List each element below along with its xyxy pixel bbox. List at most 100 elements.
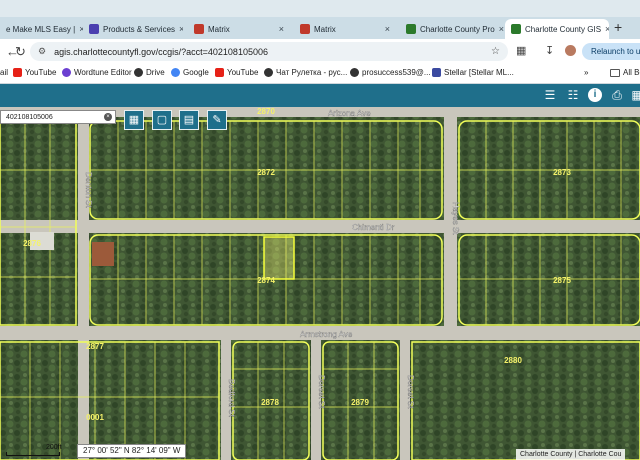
tab-matrix-2[interactable]: Matrix × <box>294 19 396 39</box>
street-label: Chimenti Dr <box>352 223 395 232</box>
bookmark-label: All Bo <box>623 68 640 77</box>
block-label: 2872 <box>257 168 275 177</box>
house-roof <box>92 242 114 266</box>
tab-label: Products & Services <box>103 24 176 34</box>
favicon-icon <box>406 24 416 34</box>
block-label: 0001 <box>86 413 104 422</box>
bookmark-label: Stellar [Stellar ML... <box>444 68 514 77</box>
bookmark-chat-roulette[interactable]: Чат Рулетка - рус... <box>264 68 347 77</box>
bookmark-label: Чат Рулетка - рус... <box>276 68 348 77</box>
selected-parcel[interactable] <box>263 236 295 280</box>
bookmark-label: Wordtune Editor <box>74 68 132 77</box>
bookmark-wordtune[interactable]: Wordtune Editor <box>62 68 132 77</box>
tab-charlotte-county-gis[interactable]: Charlotte County GIS × <box>505 19 609 39</box>
tab-label: e Make MLS Easy | <box>6 24 76 34</box>
bookmark-mail[interactable]: ail <box>0 68 8 77</box>
favicon-icon <box>89 24 99 34</box>
street-label: Dorset St <box>406 375 415 409</box>
youtube-icon <box>215 68 224 77</box>
bookmark-label: Drive <box>146 68 165 77</box>
tab-label: Charlotte County Pro <box>420 24 495 34</box>
bookmark-drive[interactable]: Drive <box>134 68 165 77</box>
all-bookmarks-folder[interactable]: All Bo <box>610 68 640 77</box>
gis-app-header: ☰ ☷ i ⎙ ▦ <box>0 84 640 107</box>
block-label: 2875 <box>553 276 571 285</box>
aerial-parcel-map[interactable]: 2870 2872 2873 2876 2874 2875 2877 2878 … <box>0 107 640 460</box>
google-icon <box>171 68 180 77</box>
url-text: agis.charlottecountyfl.gov/ccgis/?acct=4… <box>54 46 268 57</box>
scale-bar: 200ft <box>6 444 62 456</box>
bookmark-label: prosuccess539@... <box>362 68 431 77</box>
print-icon[interactable]: ⎙ <box>610 88 624 102</box>
scale-label: 200ft <box>46 444 62 451</box>
block-label: 2870 <box>257 107 275 116</box>
info-icon[interactable]: i <box>588 88 602 102</box>
tab-matrix-1[interactable]: Matrix × <box>188 19 290 39</box>
block-label: 2874 <box>257 276 275 285</box>
layer-list-icon[interactable]: ☷ <box>566 88 580 102</box>
tab-strip: e Make MLS Easy | × Products & Services … <box>0 17 640 39</box>
bookmark-label: YouTube <box>227 68 259 77</box>
download-icon[interactable]: ↧ <box>545 44 554 57</box>
folder-icon <box>610 68 620 77</box>
favicon-icon <box>194 24 204 34</box>
bookmark-stellar[interactable]: Stellar [Stellar ML... <box>432 68 514 77</box>
tab-label: Matrix <box>208 24 230 34</box>
draw-icon[interactable]: ✎ <box>207 110 227 130</box>
bookmark-prosuccess[interactable]: prosuccess539@... <box>350 68 431 77</box>
favicon-icon <box>300 24 310 34</box>
block-label: 2873 <box>553 168 571 177</box>
basemap-gallery-icon[interactable]: ▦ <box>124 110 144 130</box>
address-bar[interactable]: ⚙ agis.charlottecountyfl.gov/ccgis/?acct… <box>30 42 508 61</box>
new-tab-button[interactable]: + <box>614 19 622 35</box>
block-label: 2880 <box>504 356 522 365</box>
block-label: 2879 <box>351 398 369 407</box>
globe-icon <box>264 68 273 77</box>
tab-charlotte-county-pro[interactable]: Charlotte County Pro × <box>400 19 504 39</box>
street-label: Bedford St <box>227 379 236 418</box>
identify-icon[interactable]: ▤ <box>179 110 199 130</box>
select-rectangle-icon[interactable]: ▢ <box>152 110 172 130</box>
bookmark-star-icon[interactable]: ☆ <box>491 46 500 57</box>
bookmark-label: Google <box>183 68 209 77</box>
bookmark-youtube[interactable]: YouTube <box>13 68 56 77</box>
street-label: Armstrong Ave <box>300 330 353 339</box>
close-icon[interactable]: × <box>279 24 284 34</box>
bookmarks-bar: ail YouTube Wordtune Editor Drive Google… <box>0 64 640 84</box>
bookmarks-overflow-button[interactable]: » <box>584 68 588 77</box>
street-label: Hayes St <box>451 202 460 235</box>
map-view[interactable]: 2870 2872 2873 2876 2874 2875 2877 2878 … <box>0 107 640 460</box>
layers-icon[interactable]: ☰ <box>543 88 557 102</box>
grid-icon[interactable]: ▦ <box>630 88 640 102</box>
parcel-search-input[interactable]: 402108105006 × <box>0 110 116 124</box>
reload-icon[interactable]: ↻ <box>15 44 26 60</box>
globe-icon <box>350 68 359 77</box>
coordinate-readout: 27° 00' 52" N 82° 14' 09" W <box>77 444 187 458</box>
site-settings-icon[interactable]: ⚙ <box>38 46 46 57</box>
street-label: Arizona Ave <box>328 109 371 118</box>
close-icon[interactable]: × <box>385 24 390 34</box>
clear-search-icon[interactable]: × <box>104 113 112 121</box>
bookmark-label: YouTube <box>25 68 57 77</box>
youtube-icon <box>13 68 22 77</box>
close-icon[interactable]: × <box>605 24 609 34</box>
close-icon[interactable]: × <box>179 24 183 34</box>
extensions-icon[interactable]: ▦ <box>516 44 526 57</box>
close-icon[interactable]: × <box>499 24 504 34</box>
bookmark-google[interactable]: Google <box>171 68 209 77</box>
street-label: Denton St <box>84 172 93 208</box>
drive-icon <box>134 68 143 77</box>
relaunch-button[interactable]: Relaunch to up <box>582 43 640 60</box>
block-label: 2877 <box>86 342 104 351</box>
tab-label: Charlotte County GIS <box>525 24 602 34</box>
block-label: 2878 <box>261 398 279 407</box>
wordtune-icon <box>62 68 71 77</box>
scale-bar-line <box>6 452 60 456</box>
browser-toolbar: ← ↻ ⚙ agis.charlottecountyfl.gov/ccgis/?… <box>0 39 640 64</box>
tab-mls[interactable]: e Make MLS Easy | × <box>0 19 83 39</box>
bookmark-youtube-2[interactable]: YouTube <box>215 68 258 77</box>
street-label: Dorset St <box>317 375 326 409</box>
tab-products-services[interactable]: Products & Services × <box>83 19 183 39</box>
tab-label: Matrix <box>314 24 336 34</box>
profile-avatar[interactable] <box>565 45 576 56</box>
